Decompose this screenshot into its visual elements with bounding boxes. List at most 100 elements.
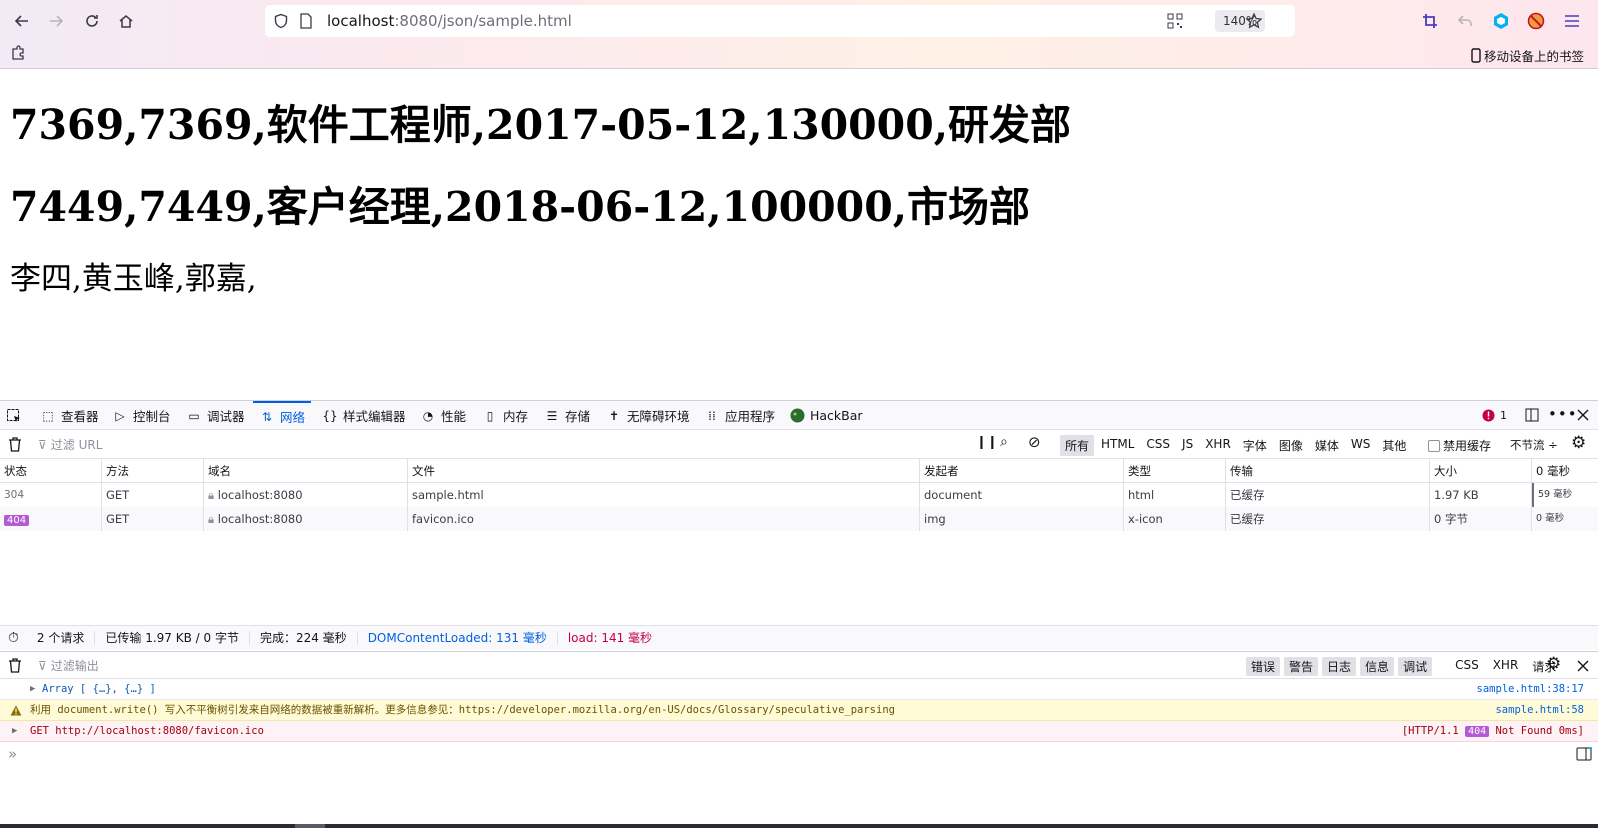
tab-network[interactable]: ⇅ 网络 xyxy=(253,401,312,430)
shield-icon[interactable] xyxy=(273,13,289,29)
row-size: 1.97 KB xyxy=(1430,483,1532,507)
page-info-icon[interactable] xyxy=(299,13,313,29)
forward-button[interactable] xyxy=(42,8,70,34)
type-filter-css[interactable]: CSS xyxy=(1141,435,1175,456)
network-settings-gear-icon[interactable]: ⚙ xyxy=(1571,433,1586,453)
filter-xhr[interactable]: XHR xyxy=(1488,657,1524,676)
level-warnings[interactable]: 警告 xyxy=(1284,657,1319,676)
disable-cache-label: 禁用缓存 xyxy=(1443,439,1492,453)
col-method[interactable]: 方法 xyxy=(102,459,204,482)
back-button[interactable] xyxy=(8,8,36,34)
type-filter-html[interactable]: HTML xyxy=(1096,435,1139,456)
extensions-button[interactable] xyxy=(4,40,32,66)
filter-css[interactable]: CSS xyxy=(1450,657,1484,676)
message-location[interactable]: sample.html:58 xyxy=(1495,700,1584,720)
tab-performance[interactable]: ◔ 性能 xyxy=(420,401,466,430)
clear-console-trash-icon[interactable] xyxy=(8,658,22,673)
bookmark-star-icon[interactable] xyxy=(1245,12,1263,30)
level-logs[interactable]: 日志 xyxy=(1322,657,1357,676)
editor-mode-icon[interactable] xyxy=(1576,747,1592,761)
disable-cache-toggle[interactable]: 禁用缓存 xyxy=(1428,437,1491,454)
dock-icon[interactable] xyxy=(1524,407,1540,423)
col-status[interactable]: 状态 xyxy=(0,459,102,482)
tab-hackbar[interactable]: HackBar xyxy=(790,401,863,430)
type-filter-fonts[interactable]: 字体 xyxy=(1238,435,1272,456)
type-filter-js[interactable]: JS xyxy=(1177,435,1198,456)
tab-application[interactable]: ⁞⁞ 应用程序 xyxy=(704,401,775,430)
url-filter-placeholder: 过滤 URL xyxy=(50,438,103,452)
col-size[interactable]: 大小 xyxy=(1430,459,1532,482)
url-text[interactable]: localhost:8080/json/sample.html xyxy=(327,12,572,30)
message-text[interactable]: GET http://localhost:8080/favicon.ico xyxy=(30,721,264,741)
forward-arrow-icon xyxy=(50,15,64,27)
pause-icon[interactable]: ❙❙ xyxy=(976,435,998,450)
type-filter-ws[interactable]: WS xyxy=(1346,435,1375,456)
tab-console[interactable]: ▷ 控制台 xyxy=(112,401,170,430)
tab-style-editor[interactable]: {} 样式编辑器 xyxy=(322,401,405,430)
home-button[interactable] xyxy=(112,8,140,34)
level-debug[interactable]: 调试 xyxy=(1398,657,1433,676)
type-filter-images[interactable]: 图像 xyxy=(1274,435,1308,456)
col-type[interactable]: 类型 xyxy=(1124,459,1226,482)
url-filter-input[interactable]: ⊽ 过滤 URL xyxy=(38,436,102,453)
console-input[interactable]: » xyxy=(0,745,1598,767)
console-message[interactable]: 利用 document.write() 写入不平衡树引发来自网络的数据被重新解析… xyxy=(0,700,1598,721)
element-picker-button[interactable] xyxy=(6,401,22,430)
col-transferred[interactable]: 传输 xyxy=(1226,459,1430,482)
console-message[interactable]: ▶ GET http://localhost:8080/favicon.ico … xyxy=(0,721,1598,742)
col-waterfall[interactable]: 0 毫秒 xyxy=(1532,459,1598,482)
message-location[interactable]: sample.html:38:17 xyxy=(1477,679,1584,699)
message-location[interactable]: [HTTP/1.1 404 Not Found 0ms] xyxy=(1402,721,1584,742)
block-icon[interactable]: ⊘ xyxy=(1028,433,1041,451)
col-initiator[interactable]: 发起者 xyxy=(920,459,1124,482)
table-row[interactable]: 304 GET 🔒︎ localhost:8080 sample.html do… xyxy=(0,483,1598,507)
stopwatch-icon[interactable]: ⏱ xyxy=(0,630,27,646)
console-filter-input[interactable]: ⊽ 过滤输出 xyxy=(38,657,99,674)
row-size: 0 字节 xyxy=(1430,507,1532,531)
type-filter-all[interactable]: 所有 xyxy=(1060,435,1095,456)
expand-triangle-icon[interactable]: ▶ xyxy=(30,679,35,699)
blocked-extension-icon[interactable] xyxy=(1527,12,1545,30)
tab-storage[interactable]: ☰ 存储 xyxy=(544,401,590,430)
more-options-icon[interactable]: ••• xyxy=(1548,405,1578,423)
console-message[interactable]: ▶ Array [ {…}, {…} ] sample.html:38:17 xyxy=(0,679,1598,700)
undo-icon[interactable] xyxy=(1457,13,1473,29)
tab-memory[interactable]: ▯ 内存 xyxy=(482,401,528,430)
screenshot-crop-icon[interactable] xyxy=(1422,13,1438,29)
close-split-console-icon[interactable] xyxy=(1577,660,1589,672)
tab-inspector[interactable]: ⬚ 查看器 xyxy=(40,401,99,430)
col-file[interactable]: 文件 xyxy=(408,459,920,482)
message-text[interactable]: 利用 document.write() 写入不平衡树引发来自网络的数据被重新解析… xyxy=(30,700,895,720)
console-settings-gear-icon[interactable]: ⚙ xyxy=(1546,654,1561,674)
domcontentloaded-time: DOMContentLoaded: 131 毫秒 xyxy=(358,631,558,645)
address-bar[interactable]: localhost:8080/json/sample.html 140% xyxy=(265,5,1295,37)
reload-button[interactable] xyxy=(78,8,106,34)
mobile-bookmarks[interactable]: 移动设备上的书签 xyxy=(1471,46,1584,65)
tab-inspector-label: 查看器 xyxy=(61,409,99,424)
extension-cube-icon[interactable] xyxy=(1492,12,1510,30)
mobile-bookmarks-label: 移动设备上的书签 xyxy=(1483,49,1584,64)
close-devtools-icon[interactable] xyxy=(1577,409,1589,421)
search-icon[interactable]: ⌕ xyxy=(1000,434,1008,450)
throttle-select[interactable]: 不节流 ÷ xyxy=(1510,437,1558,453)
tab-debugger[interactable]: ▭ 调试器 xyxy=(186,401,244,430)
expand-triangle-icon[interactable]: ▶ xyxy=(12,721,17,741)
row-domain: localhost:8080 xyxy=(217,488,303,502)
col-domain[interactable]: 域名 xyxy=(204,459,408,482)
error-counter[interactable]: 1 xyxy=(1482,401,1507,430)
qr-code-icon[interactable] xyxy=(1167,13,1183,29)
menu-icon[interactable] xyxy=(1564,14,1580,28)
message-text[interactable]: Array [ {…}, {…} ] xyxy=(42,679,156,699)
mobile-device-icon xyxy=(1471,48,1481,63)
table-row[interactable]: 404 GET 🔒︎ localhost:8080 favicon.ico im… xyxy=(0,507,1598,531)
tab-accessibility[interactable]: ✝ 无障碍环境 xyxy=(606,401,690,430)
trash-icon[interactable] xyxy=(8,437,22,452)
type-filter-other[interactable]: 其他 xyxy=(1377,435,1411,456)
disable-cache-checkbox[interactable] xyxy=(1428,439,1440,452)
level-errors[interactable]: 错误 xyxy=(1246,657,1281,676)
type-filter-media[interactable]: 媒体 xyxy=(1310,435,1344,456)
level-info[interactable]: 信息 xyxy=(1360,657,1395,676)
type-filter-xhr[interactable]: XHR xyxy=(1200,435,1236,456)
row-status: 304 xyxy=(0,483,102,507)
http-version: [HTTP/1.1 xyxy=(1401,725,1459,737)
